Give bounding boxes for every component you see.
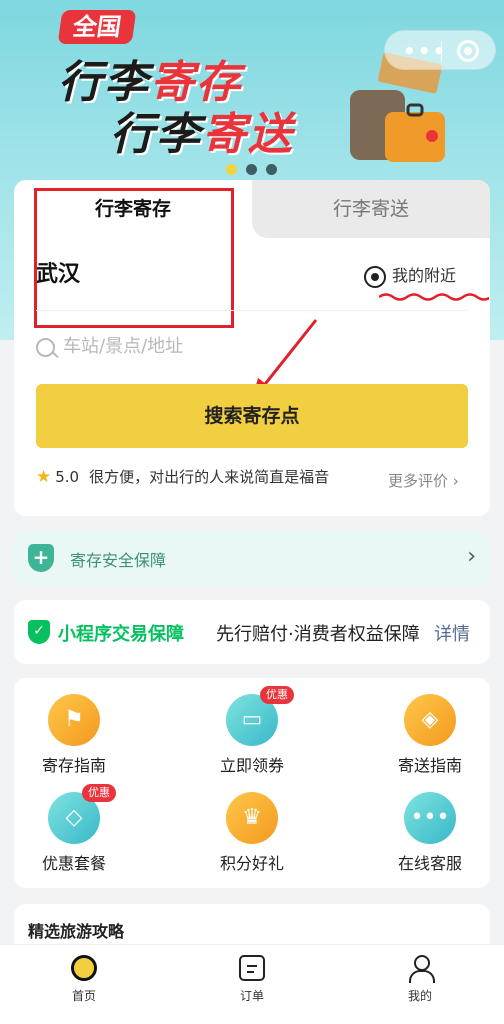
transaction-guarantee-bar[interactable]: ✓ 小程序交易保障 先行赔付·消费者权益保障 详情 (14, 600, 490, 664)
carousel-dot[interactable] (266, 164, 277, 175)
more-reviews-label: 更多评价 (388, 472, 449, 490)
carousel-dot[interactable] (226, 164, 237, 175)
grid-item-points-gifts[interactable]: ♛ 积分好礼 (192, 792, 312, 874)
review-snippet: ★ 5.0 很方便，对出行的人来说简直是福音 (36, 466, 329, 487)
chat-bubble-icon: ••• (404, 792, 456, 844)
grid-item-label: 寄存指南 (41, 756, 106, 775)
carousel-dot[interactable] (246, 164, 257, 175)
tag-icon: ◇ 优惠 (48, 784, 116, 844)
chevron-right-icon: › (467, 544, 476, 569)
bottom-tab-bar: 首页 订单 我的 (0, 944, 504, 1024)
tab-luggage-delivery[interactable]: 行李寄送 (252, 180, 490, 238)
annotation-highlight-box (34, 188, 234, 328)
feature-grid: ⚑ 寄存指南 ▭ 优惠 立即领券 ◈ 寄送指南 ◇ 优惠 优惠套餐 ♛ 积分好礼 •… (14, 678, 490, 888)
home-search-icon (71, 955, 97, 981)
tab-home[interactable]: 首页 (44, 955, 124, 1004)
tab-me-label: 我的 (407, 989, 432, 1003)
annotation-wavy-underline (379, 293, 489, 301)
grid-item-discount-package[interactable]: ◇ 优惠 优惠套餐 (14, 784, 134, 874)
search-placeholder: 车站/景点/地址 (63, 336, 184, 357)
search-storage-button[interactable]: 搜索寄存点 (36, 384, 468, 448)
nearby-button[interactable]: 我的附近 (364, 262, 456, 288)
chevron-right-icon: › (452, 472, 459, 490)
banner-title-line2: 行李寄送 (110, 109, 294, 160)
promo-badge: 优惠 (82, 784, 116, 802)
grid-item-get-coupon[interactable]: ▭ 优惠 立即领券 (192, 686, 312, 776)
promo-badge: 优惠 (260, 686, 294, 704)
grid-item-delivery-guide[interactable]: ◈ 寄送指南 (370, 694, 490, 776)
review-score: 5.0 (55, 468, 80, 486)
coupon-icon: ▭ 优惠 (226, 686, 294, 746)
crown-icon: ♛ (226, 792, 278, 844)
carousel-dots (226, 160, 286, 179)
grid-item-label: 积分好礼 (219, 854, 284, 873)
location-target-icon (364, 265, 386, 288)
search-icon (36, 337, 55, 357)
tab-me[interactable]: 我的 (380, 955, 460, 1004)
compass-icon: ◈ (404, 694, 456, 746)
capsule-divider (441, 41, 442, 61)
grid-item-label: 立即领券 (219, 756, 284, 775)
mini-program-capsule: ••• (384, 30, 496, 70)
guarantee-shield-icon: ✓ (28, 620, 50, 644)
grid-item-label: 在线客服 (397, 854, 462, 873)
grid-item-label: 寄送指南 (397, 756, 462, 775)
search-card: 行李寄存 行李寄送 武汉 我的附近 车站/景点/地址 搜索寄存点 ★ 5.0 很方便… (14, 180, 490, 516)
tab-home-label: 首页 (71, 989, 96, 1003)
review-text: 很方便，对出行的人来说简直是福音 (89, 468, 330, 486)
storage-security-bar[interactable]: + 寄存安全保障 › (14, 530, 490, 586)
nearby-label: 我的附近 (392, 266, 457, 285)
order-list-icon (239, 955, 265, 981)
guarantee-details-link[interactable]: 详情 (434, 620, 470, 646)
more-reviews-link[interactable]: 更多评价 › (388, 470, 459, 491)
security-label: 寄存安全保障 (70, 551, 167, 570)
banner-badge: 全国 (57, 10, 137, 44)
grid-item-online-service[interactable]: ••• 在线客服 (370, 792, 490, 874)
guarantee-text: 先行赔付·消费者权益保障 (216, 624, 420, 645)
tab-orders[interactable]: 订单 (212, 955, 292, 1004)
grid-item-storage-guide[interactable]: ⚑ 寄存指南 (14, 694, 134, 776)
user-icon (407, 955, 435, 983)
guarantee-label: 小程序交易保障 (58, 624, 184, 645)
divider (36, 310, 468, 311)
tab-orders-label: 订单 (239, 989, 264, 1003)
star-icon: ★ (36, 467, 52, 487)
shield-plus-icon: + (28, 544, 54, 572)
grid-item-label: 优惠套餐 (41, 854, 106, 873)
close-miniprogram-icon[interactable] (457, 40, 479, 62)
section-title: 精选旅游攻略 (28, 922, 125, 941)
signpost-icon: ⚑ (48, 694, 100, 746)
